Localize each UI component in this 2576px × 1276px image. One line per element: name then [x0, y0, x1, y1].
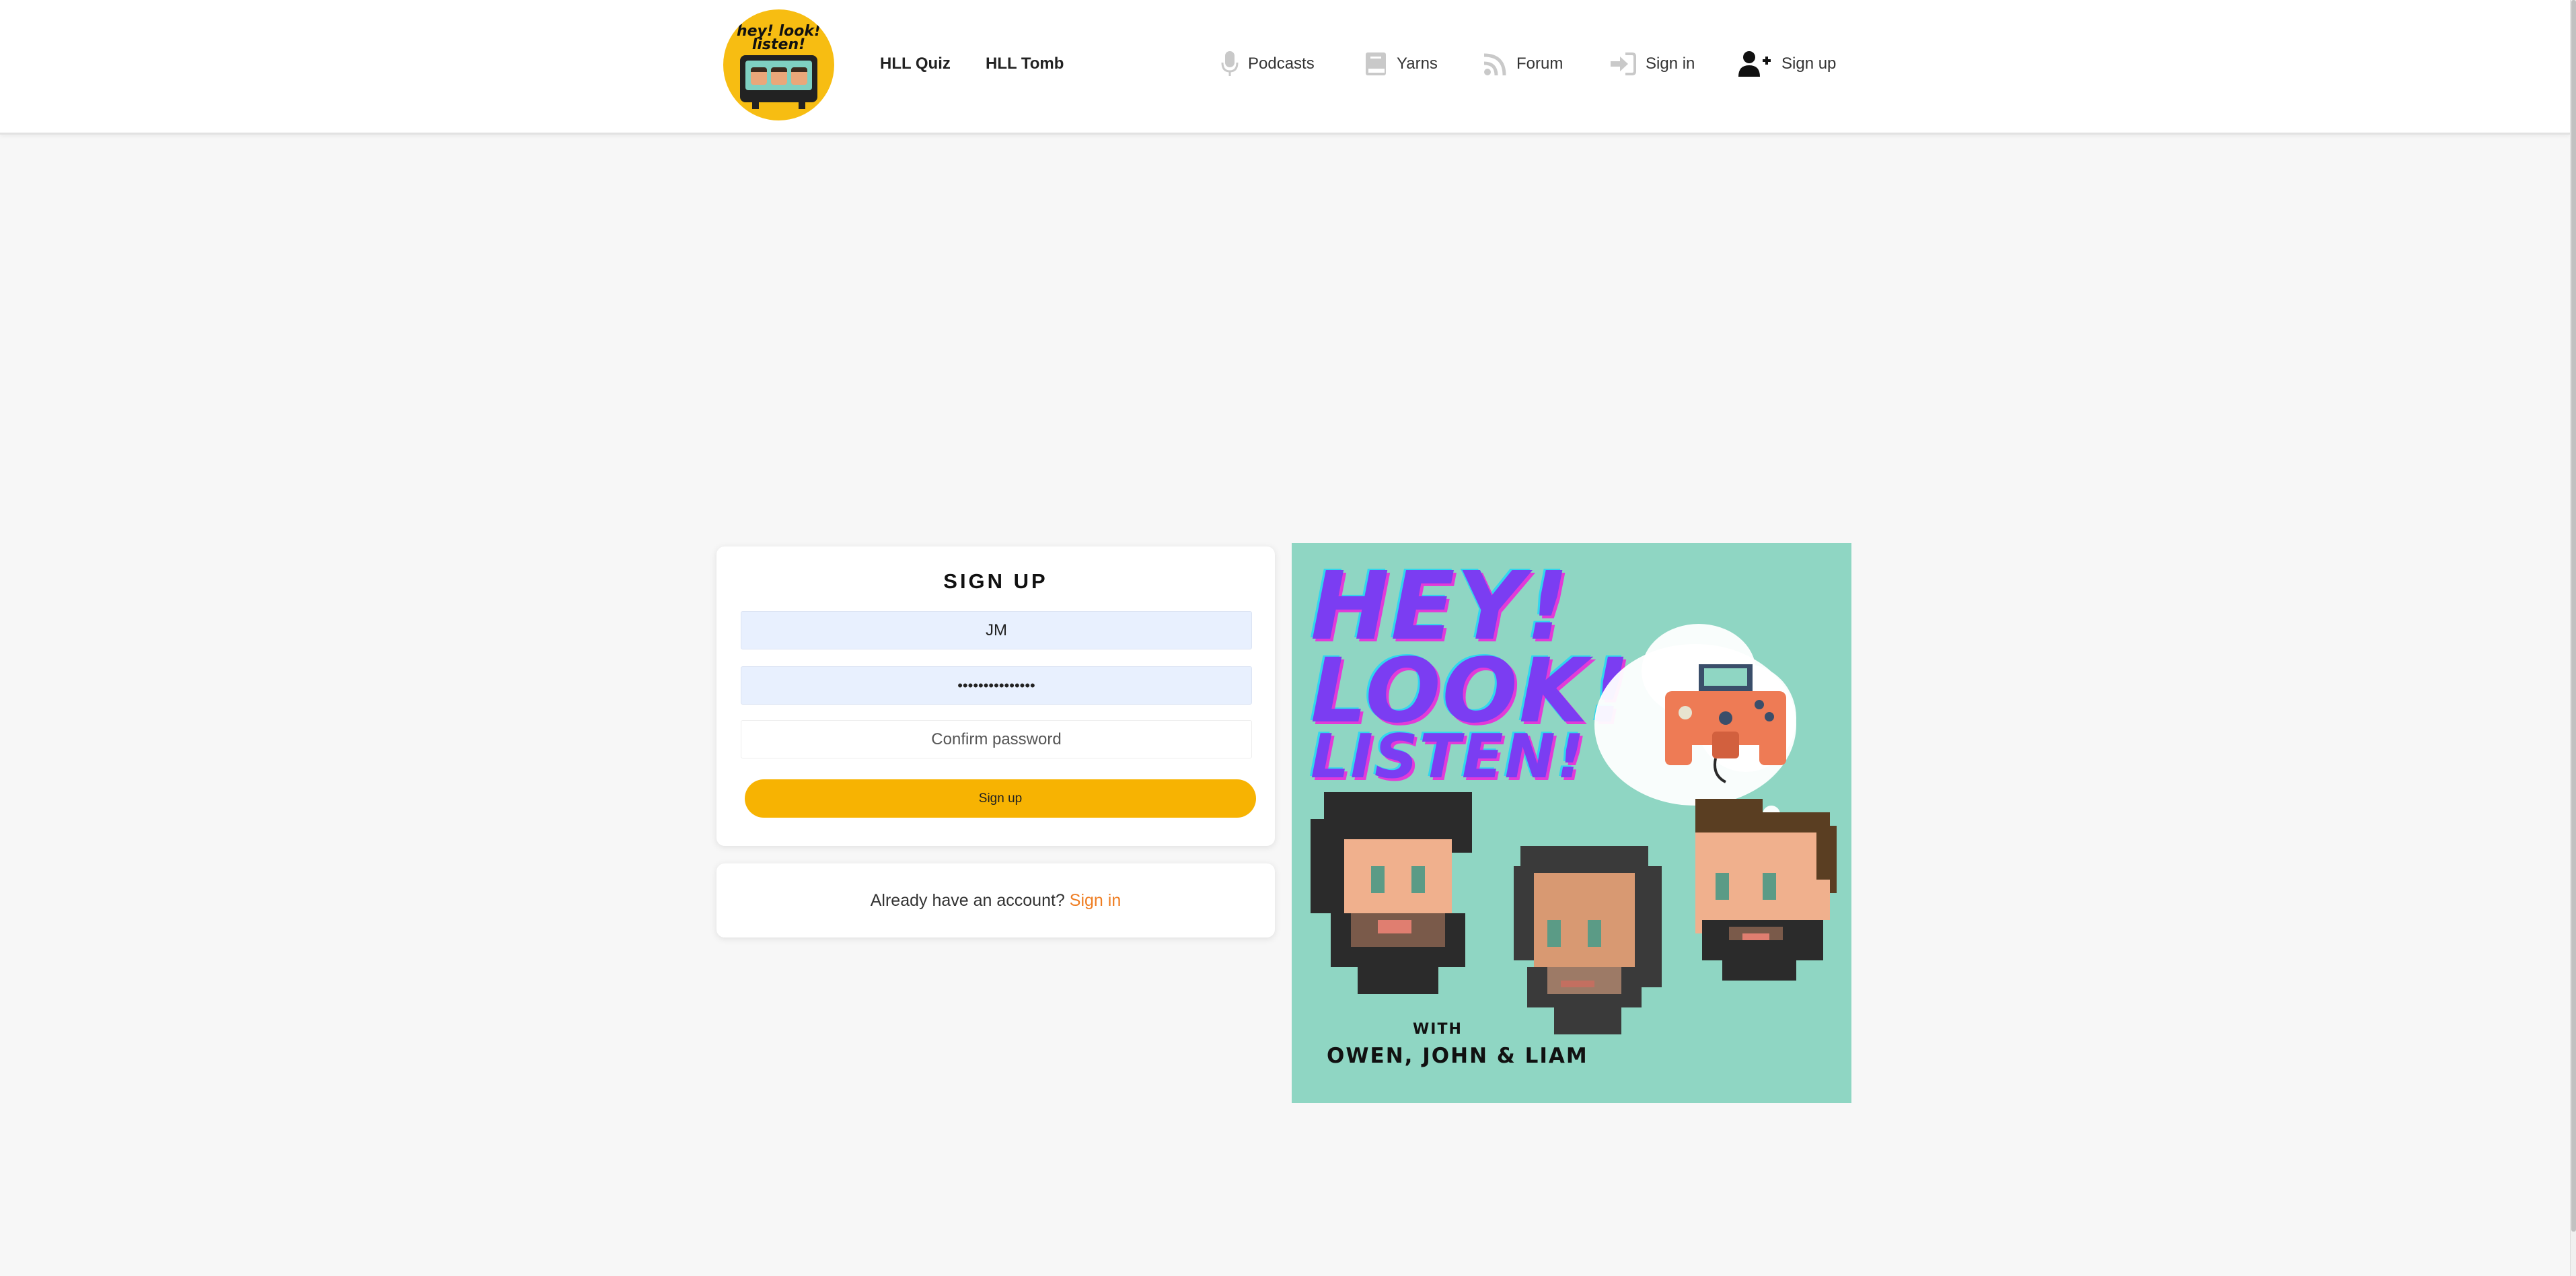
sign-in-icon: [1611, 52, 1636, 75]
microphone-icon: [1221, 51, 1239, 76]
nav-label-sign-up: Sign up: [1781, 55, 1837, 73]
nav-link-sign-in[interactable]: Sign in: [1609, 51, 1695, 77]
nav-link-forum[interactable]: Forum: [1483, 51, 1563, 77]
nav-link-yarns[interactable]: Yarns: [1364, 51, 1438, 77]
scrollbar-thumb[interactable]: [2571, 0, 2576, 1232]
nav-link-podcasts[interactable]: Podcasts: [1221, 51, 1315, 77]
artwork-title-line3: LISTEN!: [1311, 721, 1586, 792]
book-icon: [1366, 52, 1386, 75]
page-scrollbar[interactable]: [2570, 0, 2576, 1276]
artwork-with-label: WITH: [1413, 1021, 1463, 1038]
logo-tv-icon: [740, 55, 817, 109]
password-field[interactable]: [741, 666, 1252, 705]
artwork-hosts-label: OWEN, JOHN & LIAM: [1327, 1044, 1588, 1068]
game-controller-icon: [1665, 664, 1786, 783]
logo-text-line2: listen!: [751, 36, 806, 53]
signup-card: SIGN UP Sign up: [716, 546, 1275, 846]
signup-button[interactable]: Sign up: [745, 779, 1256, 818]
nav-link-sign-up[interactable]: Sign up: [1738, 51, 1836, 77]
feed-icon: [1483, 53, 1506, 76]
signin-prompt-text: Already have an account?: [870, 891, 1065, 910]
nav-label-yarns: Yarns: [1397, 55, 1438, 73]
nav-label-podcasts: Podcasts: [1248, 55, 1315, 73]
username-field[interactable]: [741, 611, 1252, 649]
signin-prompt-card: Already have an account? Sign in: [716, 863, 1275, 937]
podcast-artwork: HEY! LOOK! LISTEN! WITH OWEN, JOHN & LIA…: [1292, 543, 1851, 1103]
character-owen-icon: [1311, 792, 1472, 994]
character-john-icon: [1514, 846, 1662, 1034]
character-liam-icon: [1695, 799, 1837, 981]
signup-title: SIGN UP: [943, 569, 1048, 593]
site-header: hey! look! listen! HLL Quiz HLL Tomb Pod…: [0, 0, 2570, 135]
user-plus-icon: [1738, 51, 1771, 77]
confirm-password-field[interactable]: [741, 720, 1252, 758]
nav-label-sign-in: Sign in: [1646, 55, 1695, 73]
signin-link[interactable]: Sign in: [1070, 891, 1121, 910]
nav-link-hll-tomb[interactable]: HLL Tomb: [986, 54, 1064, 74]
nav-link-hll-quiz[interactable]: HLL Quiz: [880, 54, 951, 74]
site-logo[interactable]: hey! look! listen!: [723, 9, 834, 120]
nav-label-forum: Forum: [1516, 55, 1563, 73]
